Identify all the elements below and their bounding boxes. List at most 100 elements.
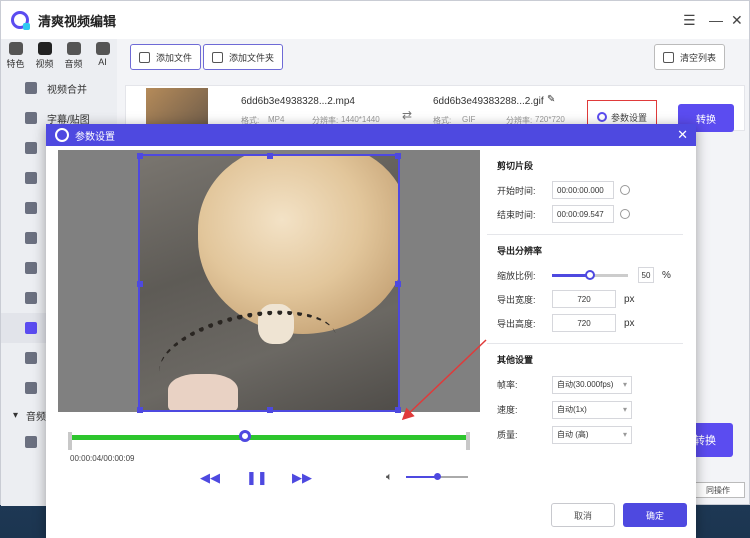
cancel-button[interactable]: 取消 [551,503,615,527]
speed-icon [25,292,37,304]
music-icon [66,42,81,55]
other-section-title: 其他设置 [497,355,534,365]
ai-icon [95,42,110,55]
target-resolution: 720*720 [535,115,565,124]
add-folder-button[interactable]: 添加文件夹 [203,44,284,70]
crop-handle[interactable] [137,407,143,413]
fast-forward-icon[interactable]: ▶▶ [292,470,312,486]
fps-select[interactable]: 自动(30.000fps) [552,375,632,394]
add-file-icon [139,51,150,63]
crop-handle[interactable] [395,153,401,159]
width-input[interactable]: 720 [552,290,616,308]
menu-icon[interactable]: ☰ [683,12,696,29]
rewind-icon[interactable]: ◀◀ [200,470,220,486]
dialog-close-icon[interactable]: ✕ [677,127,688,143]
toolbar: 添加文件 添加文件夹 清空列表 [117,39,749,79]
trim-timeline[interactable] [68,430,470,450]
export-icon [25,352,37,364]
category-tabs: 特色 视频 音频 AI [1,39,117,73]
bottom-operation-select[interactable]: 同操作 [691,482,745,498]
watermark-icon [25,202,37,214]
playhead-knob[interactable] [239,430,252,442]
edit-name-icon[interactable]: ✎ [547,94,555,105]
dialog-header: 参数设置 ✕ [46,124,696,146]
scale-value[interactable]: 50 [638,267,654,283]
resolution-section: 导出分辨率 缩放比例: 50 % 导出宽度: 720 px 导出高度: 720 … [487,235,683,344]
target-format: GIF [462,115,476,124]
other-section: 其他设置 帧率: 自动(30.000fps) 速度: 自动(1x) 质量: 自动… [487,344,683,447]
end-time-input[interactable]: 00:00:09.547 [552,205,614,223]
scale-unit: % [662,269,671,281]
title-bar: 清爽视频编辑 ☰ — ✕ [1,1,749,39]
source-file-name: 6dd6b3e4938328...2.mp4 [241,96,355,107]
tab-video[interactable]: 视频 [30,39,59,73]
add-folder-icon [212,51,223,63]
tab-ai[interactable]: AI [88,39,117,73]
timecode: 00:00:04/00:00:09 [70,454,135,463]
clear-list-button[interactable]: 清空列表 [654,44,726,70]
crop-handle[interactable] [267,407,273,413]
reset-clock-icon[interactable] [620,209,630,219]
shuffle-arrow-icon: ⇄ [402,108,413,122]
trim-end-handle[interactable] [466,432,470,450]
dialog-logo-icon [55,128,69,142]
star-icon [8,42,23,55]
crop-handle[interactable] [395,407,401,413]
volume-knob[interactable] [434,473,441,480]
scale-row: 缩放比例: 50 % [487,263,683,287]
clip-section: 剪切片段 开始时间: 00:00:00.000 结束时间: 00:00:09.5… [487,150,683,235]
crop-handle[interactable] [137,153,143,159]
quality-label: 质量: [497,430,518,440]
width-label: 导出宽度: [497,294,536,305]
speed-label: 速度: [497,405,518,415]
scale-label: 缩放比例: [497,270,536,281]
parameter-settings-dialog: 参数设置 ✕ 00:00:04/00:00:09 ◀◀ ❚❚ ▶▶ 🔈︎ 剪切片… [46,124,696,538]
height-label: 导出高度: [497,318,536,329]
app-title: 清爽视频编辑 [38,13,117,29]
audio-icon [25,436,37,448]
settings-panel: 剪切片段 开始时间: 00:00:00.000 结束时间: 00:00:09.5… [487,150,683,490]
resolution-section-title: 导出分辨率 [497,246,543,256]
reset-clock-icon[interactable] [620,185,630,195]
height-input[interactable]: 720 [552,314,616,332]
pause-icon[interactable]: ❚❚ [246,470,268,486]
frame-icon [25,382,37,394]
app-logo-icon [11,11,30,30]
tab-featured[interactable]: 特色 [1,39,30,73]
target-file-name: 6dd6b3e49383288...2.gif [433,96,544,107]
confirm-button[interactable]: 确定 [623,503,687,527]
start-time-input[interactable]: 00:00:00.000 [552,181,614,199]
speed-select[interactable]: 自动(1x) [552,400,632,419]
add-file-button[interactable]: 添加文件 [130,44,202,70]
scale-slider[interactable] [552,269,628,280]
source-format: MP4 [268,115,285,124]
trim-start-handle[interactable] [68,432,72,450]
volume-icon[interactable]: 🔈︎ [386,471,393,484]
gif-icon [25,322,37,334]
clip-section-title: 剪切片段 [497,161,534,171]
fps-label: 帧率: [497,380,518,390]
crop-box[interactable] [137,153,401,413]
height-row: 导出高度: 720 px [487,311,683,335]
timeline-track[interactable] [72,435,466,440]
volume-fill [406,476,437,478]
scale-knob[interactable] [585,269,595,280]
volume-slider[interactable] [406,473,468,480]
close-icon[interactable]: ✕ [731,12,743,29]
video-preview [58,150,480,413]
tab-audio[interactable]: 音频 [59,39,88,73]
video-icon [25,232,37,244]
crop-handle[interactable] [395,281,401,287]
chevron-down-icon: ▾ [13,409,19,421]
crop-handle[interactable] [267,153,273,159]
crop-handle[interactable] [137,281,143,287]
height-unit: px [624,317,635,329]
start-time-row: 开始时间: 00:00:00.000 [487,178,683,202]
quality-select[interactable]: 自动 (高) [552,425,632,444]
dialog-title: 参数设置 [75,131,115,143]
end-time-row: 结束时间: 00:00:09.547 [487,202,683,226]
minimize-icon[interactable]: — [709,12,723,28]
sidebar-item-video-merge[interactable]: 视频合并 [1,73,117,103]
subtitle-icon [25,112,37,124]
quality-row: 质量: 自动 (高) [487,422,683,447]
